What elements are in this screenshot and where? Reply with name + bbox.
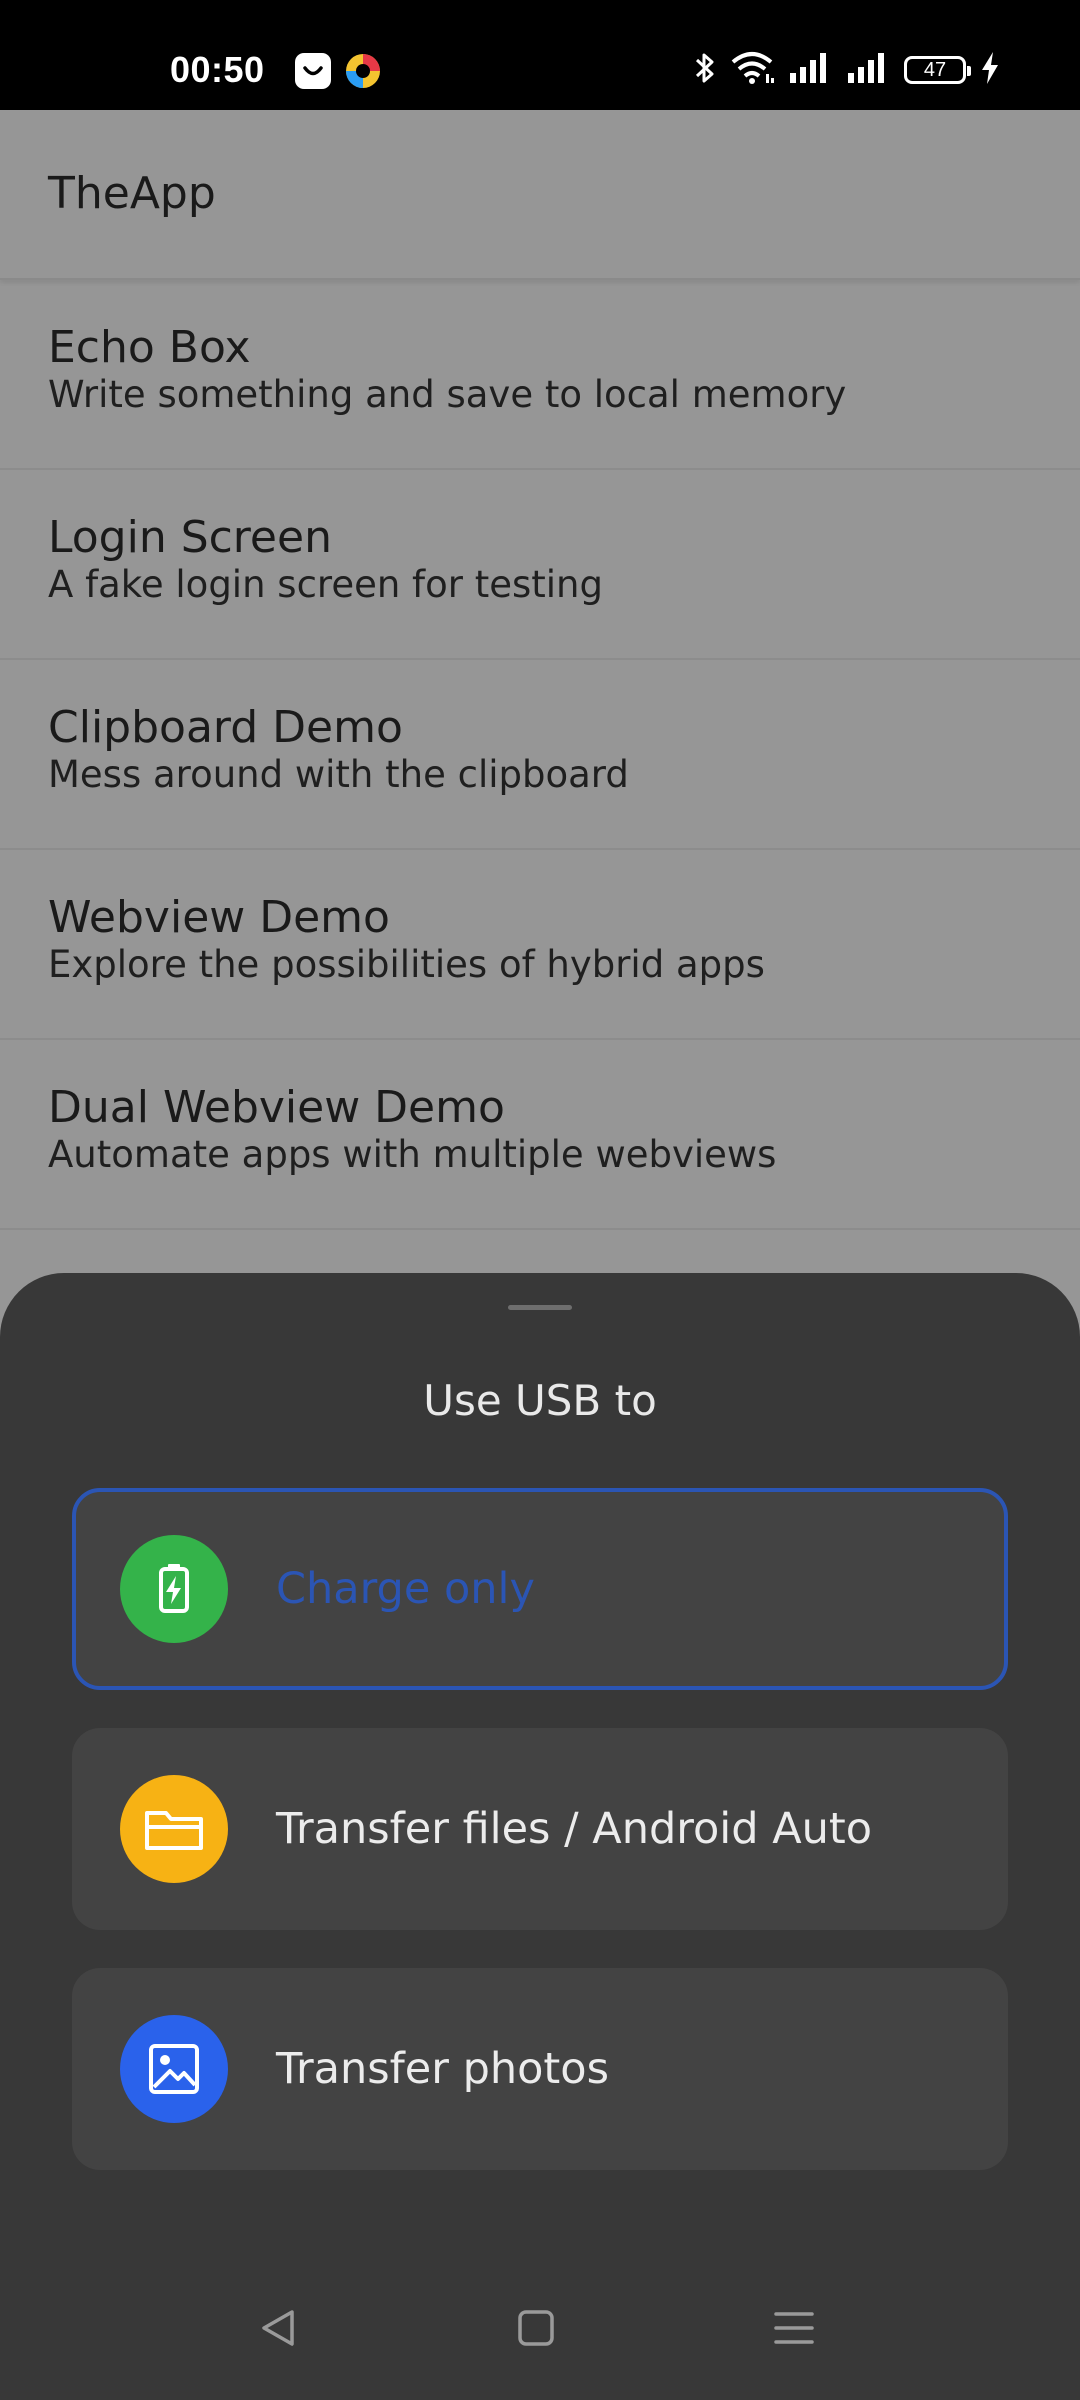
battery-icon: 47: [904, 56, 971, 84]
sheet-drag-handle[interactable]: [508, 1305, 572, 1310]
list-item-subtitle: Automate apps with multiple webviews: [48, 1133, 777, 1176]
back-icon[interactable]: [248, 2298, 308, 2358]
list-item-title: Webview Demo: [48, 892, 390, 943]
usb-bottom-sheet: Use USB to Charge only Transfer files / …: [0, 1273, 1080, 2400]
option-label: Transfer files / Android Auto: [276, 1804, 873, 1854]
wifi-icon: [730, 50, 774, 90]
charging-icon: [980, 51, 1000, 89]
notification-app-icon-2: [344, 52, 382, 90]
navigation-bar: [0, 2270, 1080, 2400]
usb-option-charge-only[interactable]: Charge only: [72, 1488, 1008, 1690]
option-label: Charge only: [276, 1564, 535, 1614]
usb-option-transfer-files[interactable]: Transfer files / Android Auto: [72, 1728, 1008, 1930]
list-item-title: Dual Webview Demo: [48, 1082, 505, 1133]
signal-icon: [788, 51, 832, 89]
list-item-dual-webview-demo[interactable]: Dual Webview Demo Automate apps with mul…: [0, 1040, 1080, 1230]
list-item-subtitle: Explore the possibilities of hybrid apps: [48, 943, 765, 986]
home-icon[interactable]: [506, 2298, 566, 2358]
app-bar: TheApp: [0, 110, 1080, 280]
list-item-echo-box[interactable]: Echo Box Write something and save to loc…: [0, 280, 1080, 470]
app-title: TheApp: [48, 168, 216, 219]
folder-icon: [120, 1775, 228, 1883]
notification-app-icon: [294, 52, 332, 90]
status-time: 00:50: [170, 49, 265, 90]
battery-level: 47: [923, 58, 947, 81]
recents-menu-icon[interactable]: [764, 2298, 824, 2358]
list-item-webview-demo[interactable]: Webview Demo Explore the possibilities o…: [0, 850, 1080, 1040]
battery-charging-icon: [120, 1535, 228, 1643]
list-item-login-screen[interactable]: Login Screen A fake login screen for tes…: [0, 470, 1080, 660]
list-item-clipboard-demo[interactable]: Clipboard Demo Mess around with the clip…: [0, 660, 1080, 850]
bluetooth-icon: [694, 50, 716, 90]
status-bar: 00:50 47: [0, 0, 1080, 110]
list-item-subtitle: A fake login screen for testing: [48, 563, 603, 606]
signal-icon-2: [846, 51, 890, 89]
image-icon: [120, 2015, 228, 2123]
list-item-title: Echo Box: [48, 322, 251, 373]
sheet-title: Use USB to: [423, 1376, 657, 1425]
status-icons: 47: [694, 48, 1000, 92]
list-item-title: Clipboard Demo: [48, 702, 403, 753]
usb-option-transfer-photos[interactable]: Transfer photos: [72, 1968, 1008, 2170]
list-item-subtitle: Write something and save to local memory: [48, 373, 847, 416]
list-item-subtitle: Mess around with the clipboard: [48, 753, 629, 796]
option-label: Transfer photos: [276, 2044, 609, 2094]
list-item-title: Login Screen: [48, 512, 332, 563]
